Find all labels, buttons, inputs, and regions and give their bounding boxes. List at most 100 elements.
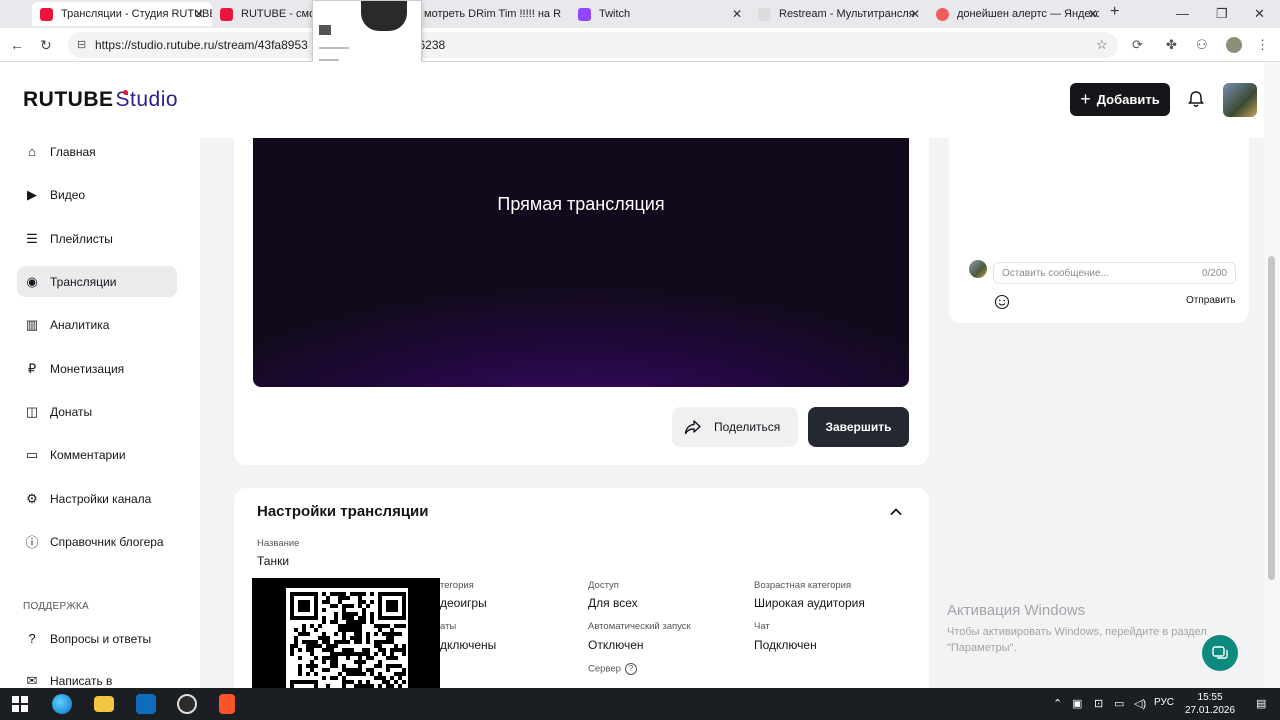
sidebar-item-label: Трансляции xyxy=(50,274,117,289)
analytics-icon: ▥ xyxy=(25,316,39,332)
profile-icon[interactable] xyxy=(1226,37,1242,53)
extension-icon[interactable]: ⟳ xyxy=(1132,37,1143,53)
home-icon: ⌂ xyxy=(28,144,36,159)
user-avatar[interactable] xyxy=(1223,83,1257,117)
thumbnail-line xyxy=(319,59,339,61)
new-tab-icon[interactable]: + xyxy=(1110,3,1119,21)
close-window-icon[interactable]: ✕ xyxy=(1254,6,1265,22)
sidebar-item-video[interactable]: ▶ Видео xyxy=(17,179,177,210)
extensions-puzzle-icon[interactable]: ✤ xyxy=(1166,37,1177,53)
file-explorer-icon[interactable] xyxy=(94,696,114,712)
sidebar-item-blogger-guide[interactable]: ⓘ Справочник блогера xyxy=(17,526,177,557)
plus-icon: + xyxy=(1080,89,1091,109)
sidebar-item-faq[interactable]: ? Вопросы и ответы xyxy=(17,623,177,654)
tab-rutube[interactable]: RUTUBE - смотр xyxy=(212,2,314,26)
sidebar-item-label: Плейлисты xyxy=(50,231,113,246)
donations-value[interactable]: дключены xyxy=(440,638,496,652)
access-value[interactable]: Для всех xyxy=(588,596,638,610)
tab-donationalerts[interactable]: донейшен алертс — Яндекс ✕ xyxy=(928,2,1106,26)
taskbar-clock[interactable]: 15:55 27.01.2026 xyxy=(1185,691,1235,717)
sidebar-item-home[interactable]: ⌂ Главная xyxy=(17,136,177,167)
sidebar-item-label: Видео xyxy=(50,187,86,202)
close-tab-icon[interactable]: ✕ xyxy=(1088,7,1098,21)
brave-browser-icon[interactable] xyxy=(219,694,235,714)
volume-icon[interactable]: ◁) xyxy=(1134,697,1146,710)
windows-taskbar: ⌃ ▣ ⊡ ▭ ◁) РУС 15:55 27.01.2026 ▤ xyxy=(0,688,1280,720)
rutube-favicon-icon xyxy=(220,7,233,21)
chat-send-button[interactable]: Отправить xyxy=(1186,295,1236,306)
tab-label: Трансляции - Студия RUTUBE xyxy=(61,8,212,20)
share-button[interactable]: Поделиться xyxy=(672,407,798,447)
close-tab-icon[interactable]: ✕ xyxy=(910,7,920,21)
help-icon[interactable]: ? xyxy=(624,663,637,675)
logo-dot xyxy=(123,90,128,95)
maximize-icon[interactable]: ❐ xyxy=(1216,6,1228,22)
outlook-icon[interactable] xyxy=(136,694,156,714)
chat-value[interactable]: Подключен xyxy=(754,638,817,652)
write-icon: ✉ xyxy=(26,672,38,688)
chevron-up-icon[interactable] xyxy=(888,504,904,520)
name-label: Название xyxy=(257,538,300,549)
logo-main: RUTUBE xyxy=(23,88,114,111)
edge-browser-icon[interactable] xyxy=(52,694,72,714)
url-field[interactable]: ⊟ https://studio.rutube.ru/stream/43fa89… xyxy=(68,32,1118,58)
clock-date: 27.01.2026 xyxy=(1185,705,1236,716)
sidebar-item-comments[interactable]: ▭ Комментарии xyxy=(17,439,177,470)
sidebar: ⌂ Главная ▶ Видео ☰ Плейлисты ◉ Трансляц… xyxy=(0,138,200,688)
tab-studio[interactable]: Трансляции - Студия RUTUBE ✕ xyxy=(32,2,212,26)
sidebar-item-streams[interactable]: ◉ Трансляции xyxy=(17,266,177,297)
thumbnail-line xyxy=(319,47,349,49)
tab-twitch[interactable]: Twitch ✕ xyxy=(570,2,750,26)
twitch-favicon-icon xyxy=(578,7,591,21)
add-button[interactable]: + Добавить xyxy=(1070,83,1170,116)
finish-stream-button[interactable]: Завершить xyxy=(808,407,909,447)
favorite-star-icon[interactable]: ☆ xyxy=(1096,37,1108,53)
category-value[interactable]: деоигры xyxy=(440,596,487,610)
language-indicator[interactable]: РУС xyxy=(1154,697,1174,708)
age-label: Возрастная категория xyxy=(754,580,852,591)
rutube-studio-logo[interactable]: RUTUBE Studio xyxy=(23,88,178,112)
tray-arrow-icon[interactable]: ⌃ xyxy=(1053,697,1062,710)
tab-drim[interactable]: мотреть DRim Tim !!!!! на R xyxy=(422,2,570,26)
page-scrollbar-thumb[interactable] xyxy=(1268,256,1275,580)
sidebar-item-channel-settings[interactable]: ⚙ Настройки канала xyxy=(17,483,177,514)
notification-center-icon[interactable]: ▤ xyxy=(1256,697,1266,710)
downloads-icon[interactable]: ⚇ xyxy=(1196,37,1208,53)
sidebar-item-playlists[interactable]: ☰ Плейлисты xyxy=(17,223,177,254)
name-value[interactable]: Танки xyxy=(257,554,289,568)
obs-icon[interactable] xyxy=(177,694,197,714)
age-value[interactable]: Широкая аудитория xyxy=(754,596,865,610)
reload-icon[interactable]: ↻ xyxy=(40,37,52,54)
support-section-title: ПОДДЕРЖКА xyxy=(23,601,89,612)
finish-button-label: Завершить xyxy=(825,420,892,434)
chat-label: Чат xyxy=(754,621,770,632)
stream-player[interactable]: Прямая трансляция xyxy=(253,138,909,387)
rutube-favicon-icon xyxy=(40,7,53,21)
comments-icon: ▭ xyxy=(25,446,39,462)
sidebar-item-donations[interactable]: ◫ Донаты xyxy=(17,396,177,427)
close-tab-icon[interactable]: ✕ xyxy=(194,7,204,21)
minimize-icon[interactable]: — xyxy=(1176,6,1189,21)
sidebar-item-analytics[interactable]: ▥ Аналитика xyxy=(17,309,177,340)
broadcast-icon: ◉ xyxy=(26,273,38,289)
tab-label: RUTUBE - смотр xyxy=(241,8,314,20)
notifications-bell-icon[interactable] xyxy=(1186,89,1206,109)
windows-start-icon[interactable] xyxy=(12,696,28,712)
close-tab-icon[interactable]: ✕ xyxy=(732,7,742,21)
chat-user-avatar xyxy=(969,260,987,278)
menu-dots-icon[interactable]: ⋮ xyxy=(1256,37,1269,53)
emoji-icon[interactable] xyxy=(994,294,1010,310)
network-icon[interactable]: ⊡ xyxy=(1094,697,1103,710)
back-icon[interactable]: ← xyxy=(10,37,24,53)
tray-monitor-icon[interactable]: ▭ xyxy=(1114,697,1124,710)
thumbnail-image xyxy=(361,1,407,31)
tab-restream[interactable]: Restream - Мультитрансля ✕ xyxy=(750,2,928,26)
restream-favicon-icon xyxy=(758,7,771,21)
info-icon: ⓘ xyxy=(25,535,39,550)
chat-message-input[interactable]: Оставить сообщение... 0/200 xyxy=(993,262,1236,284)
tray-app-icon[interactable]: ▣ xyxy=(1072,697,1082,710)
support-chat-button[interactable] xyxy=(1202,635,1238,671)
autostart-value[interactable]: Отключен xyxy=(588,638,644,652)
sidebar-item-monetization[interactable]: ₽ Монетизация xyxy=(17,353,177,384)
sidebar-item-label: Справочник блогера xyxy=(50,534,164,549)
